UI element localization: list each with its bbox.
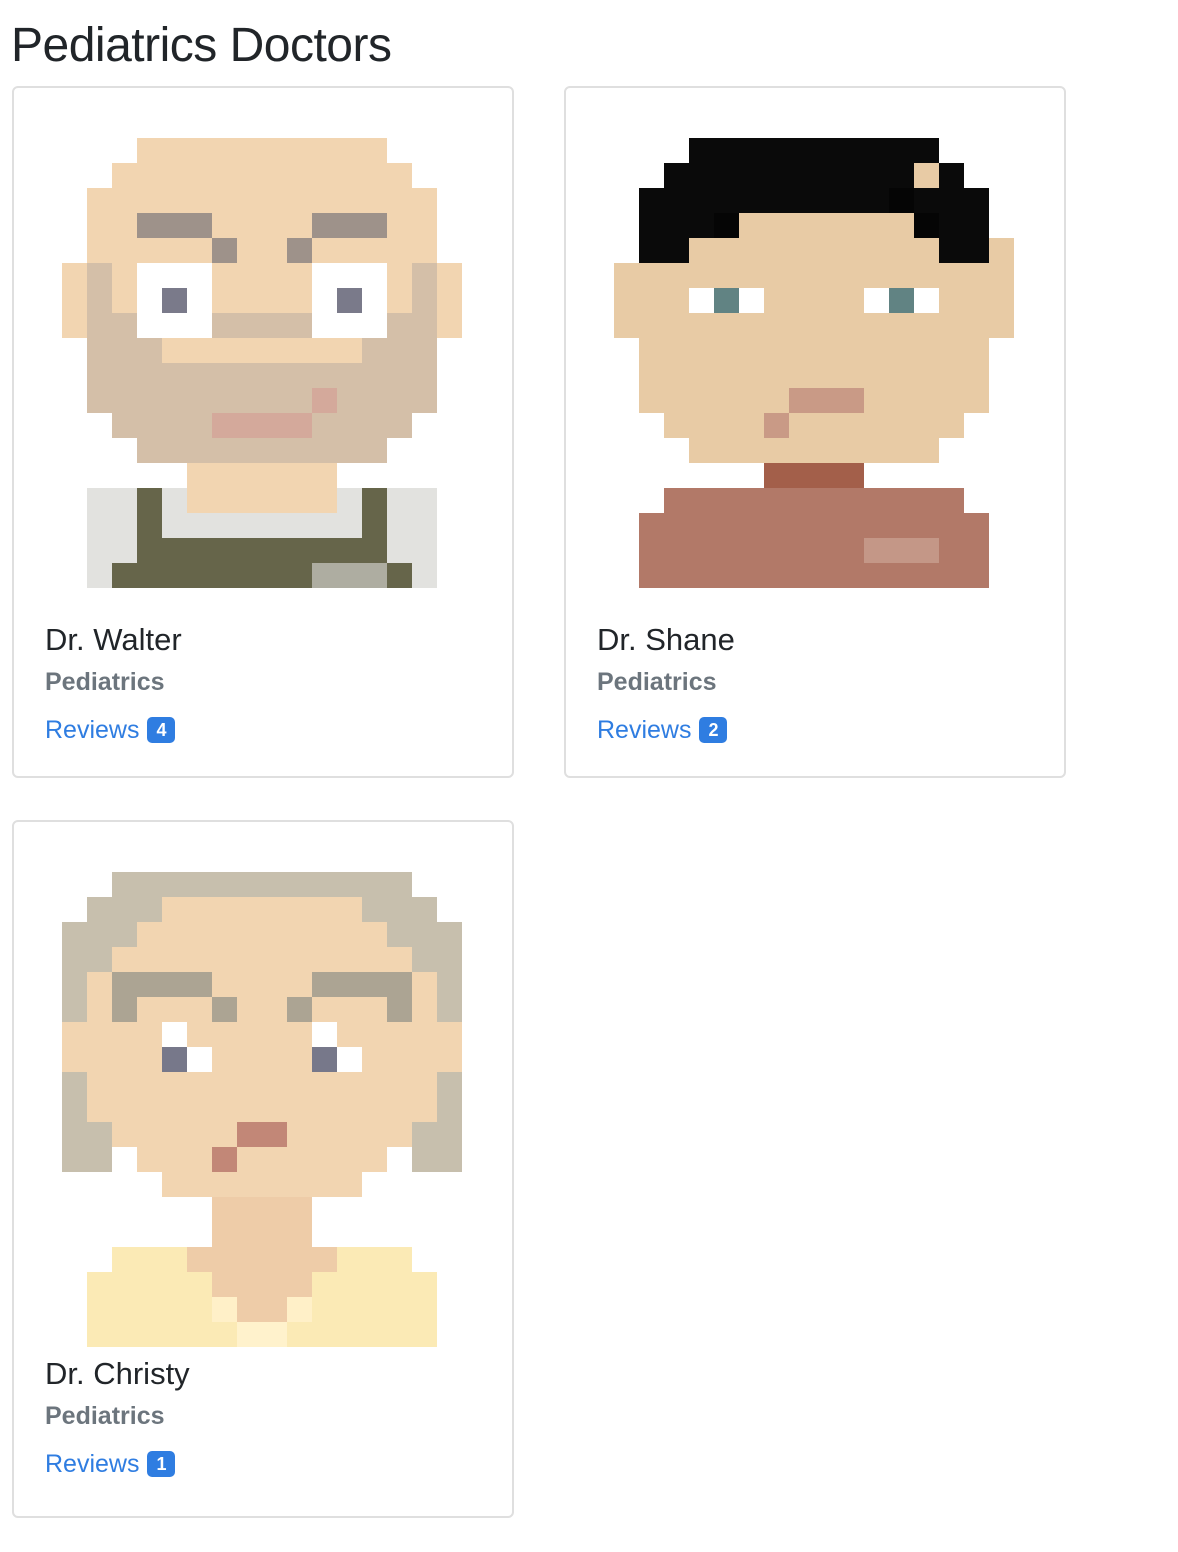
shane-avatar (614, 138, 1014, 588)
reviews-label: Reviews (597, 716, 692, 744)
doctor-card: Dr. Shane Pediatrics Reviews 2 (564, 86, 1066, 778)
reviews-link[interactable]: Reviews 4 (45, 714, 176, 746)
doctor-specialty: Pediatrics (45, 668, 165, 696)
reviews-label: Reviews (45, 716, 140, 744)
christy-avatar (62, 872, 462, 1347)
reviews-count-badge: 2 (699, 717, 728, 743)
reviews-count-badge: 1 (147, 1451, 176, 1477)
doctor-specialty: Pediatrics (45, 1402, 165, 1430)
reviews-count-badge: 4 (147, 717, 176, 743)
doctor-name: Dr. Christy (45, 1356, 190, 1391)
reviews-label: Reviews (45, 1450, 140, 1478)
reviews-link[interactable]: Reviews 2 (597, 714, 728, 746)
doctor-card: Dr. Christy Pediatrics Reviews 1 (12, 820, 514, 1518)
reviews-link[interactable]: Reviews 1 (45, 1448, 176, 1480)
doctor-specialty: Pediatrics (597, 668, 717, 696)
walter-avatar (62, 138, 462, 588)
doctor-name: Dr. Walter (45, 622, 182, 657)
doctor-avatar (62, 138, 462, 588)
doctor-name: Dr. Shane (597, 622, 735, 657)
page-title: Pediatrics Doctors (11, 19, 392, 72)
doctor-avatar (614, 138, 1014, 588)
doctor-avatar (62, 872, 462, 1347)
doctor-card: Dr. Walter Pediatrics Reviews 4 (12, 86, 514, 778)
